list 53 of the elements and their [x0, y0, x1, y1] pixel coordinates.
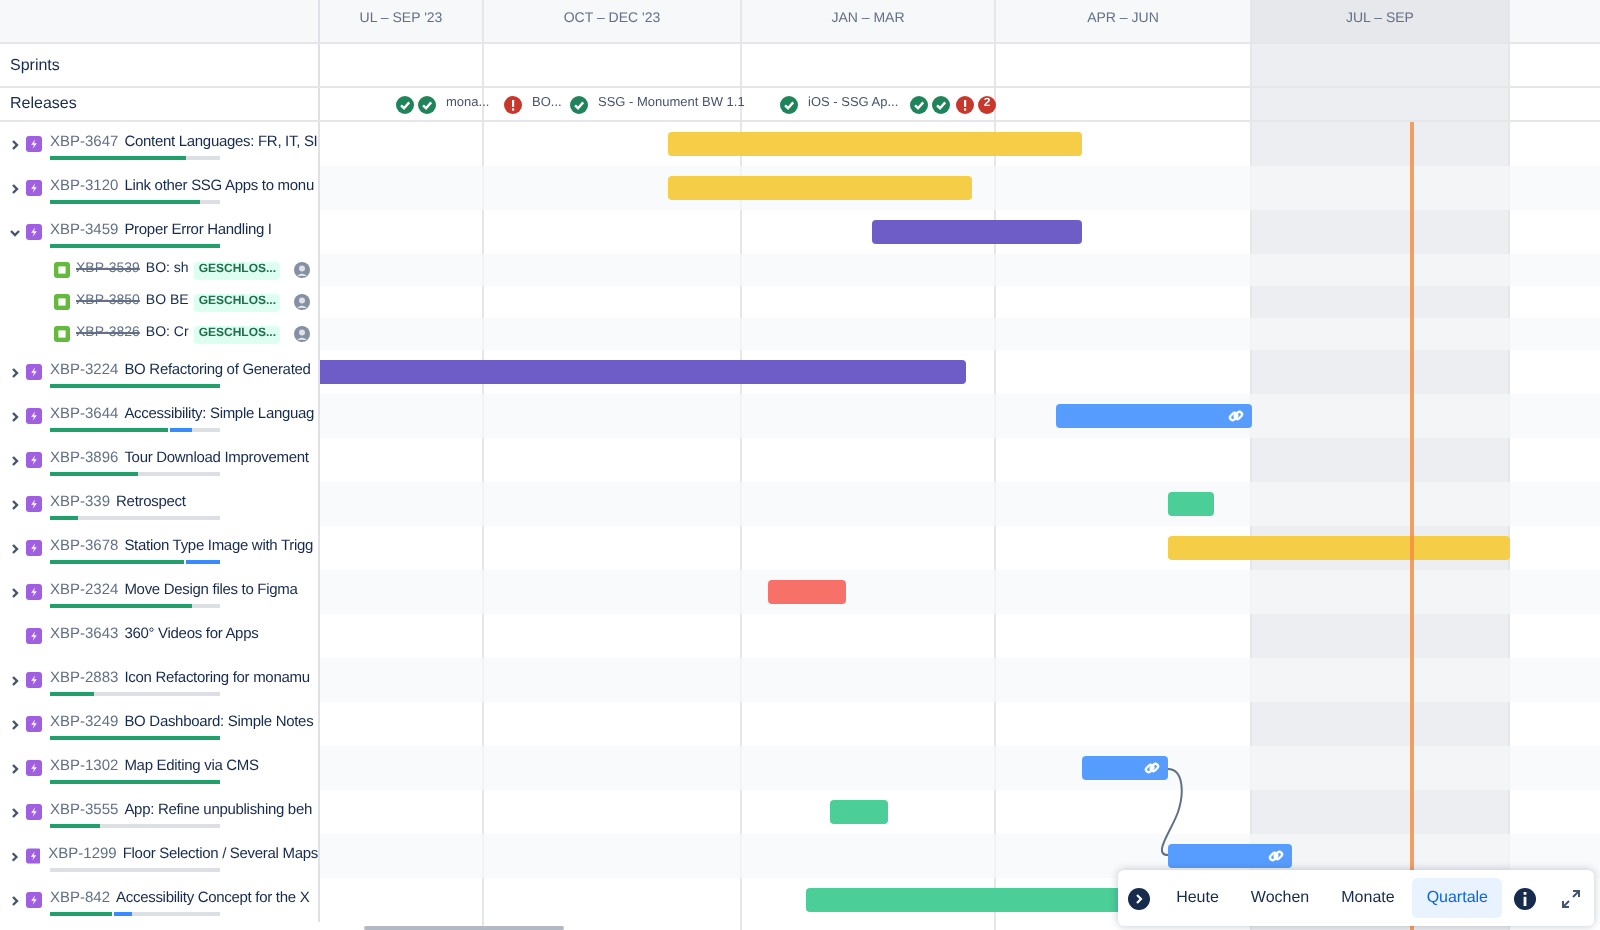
epic-icon: [26, 452, 42, 468]
expand-chevron-icon[interactable]: [8, 673, 22, 687]
expand-panel-button[interactable]: [1128, 887, 1151, 909]
expand-chevron-icon[interactable]: [8, 805, 22, 819]
collapse-chevron-icon[interactable]: [8, 225, 22, 239]
epic-icon: [26, 804, 42, 820]
epic-icon: [26, 672, 42, 688]
avatar-icon: [294, 326, 310, 342]
expand-icon: [1561, 889, 1579, 907]
expand-chevron-icon[interactable]: [8, 541, 22, 555]
expand-chevron-icon[interactable]: [8, 365, 22, 379]
expand-chevron-icon[interactable]: [8, 137, 22, 151]
released-check-icon: [932, 95, 950, 113]
released-check-icon: [910, 95, 928, 113]
epic-icon: [26, 760, 42, 776]
expand-chevron-icon[interactable]: [8, 717, 22, 731]
view-tab[interactable]: Heute: [1162, 878, 1233, 918]
view-tab[interactable]: Monate: [1327, 878, 1409, 918]
expand-chevron-icon[interactable]: [8, 453, 22, 467]
warning-icon: [504, 95, 522, 113]
expand-chevron-icon[interactable]: [8, 893, 22, 907]
warning-icon: [956, 95, 974, 113]
expand-chevron-icon[interactable]: [8, 761, 22, 775]
epic-icon: [26, 364, 42, 380]
row-label: Releases: [10, 92, 77, 116]
avatar-icon: [294, 294, 310, 310]
epic-icon: [25, 848, 41, 864]
released-check-icon: [780, 95, 798, 113]
epic-icon: [26, 584, 42, 600]
released-check-icon: [396, 95, 414, 113]
info-button[interactable]: [1514, 887, 1536, 909]
expand-chevron-icon[interactable]: [8, 849, 22, 863]
released-check-icon: [570, 95, 588, 113]
epic-icon: [26, 892, 42, 908]
chevron-icon: [1134, 893, 1145, 903]
released-check-icon: [418, 95, 436, 113]
avatar-icon: [294, 262, 310, 278]
row-label: Sprints: [10, 53, 60, 77]
epic-icon: [26, 180, 42, 196]
info-icon: [1522, 891, 1528, 905]
expand-chevron-icon[interactable]: [8, 181, 22, 195]
view-tab[interactable]: Wochen: [1236, 878, 1324, 918]
epic-icon: [26, 224, 42, 240]
fullscreen-button[interactable]: [1556, 884, 1584, 912]
expand-chevron-icon[interactable]: [8, 497, 22, 511]
epic-icon: [26, 540, 42, 556]
epic-icon: [26, 496, 42, 512]
view-tab[interactable]: Quartale: [1412, 878, 1502, 918]
expand-chevron-icon[interactable]: [8, 409, 22, 423]
epic-icon: [26, 716, 42, 732]
epic-icon: [26, 408, 42, 424]
expand-chevron-icon[interactable]: [8, 585, 22, 599]
epic-icon: [26, 136, 42, 152]
